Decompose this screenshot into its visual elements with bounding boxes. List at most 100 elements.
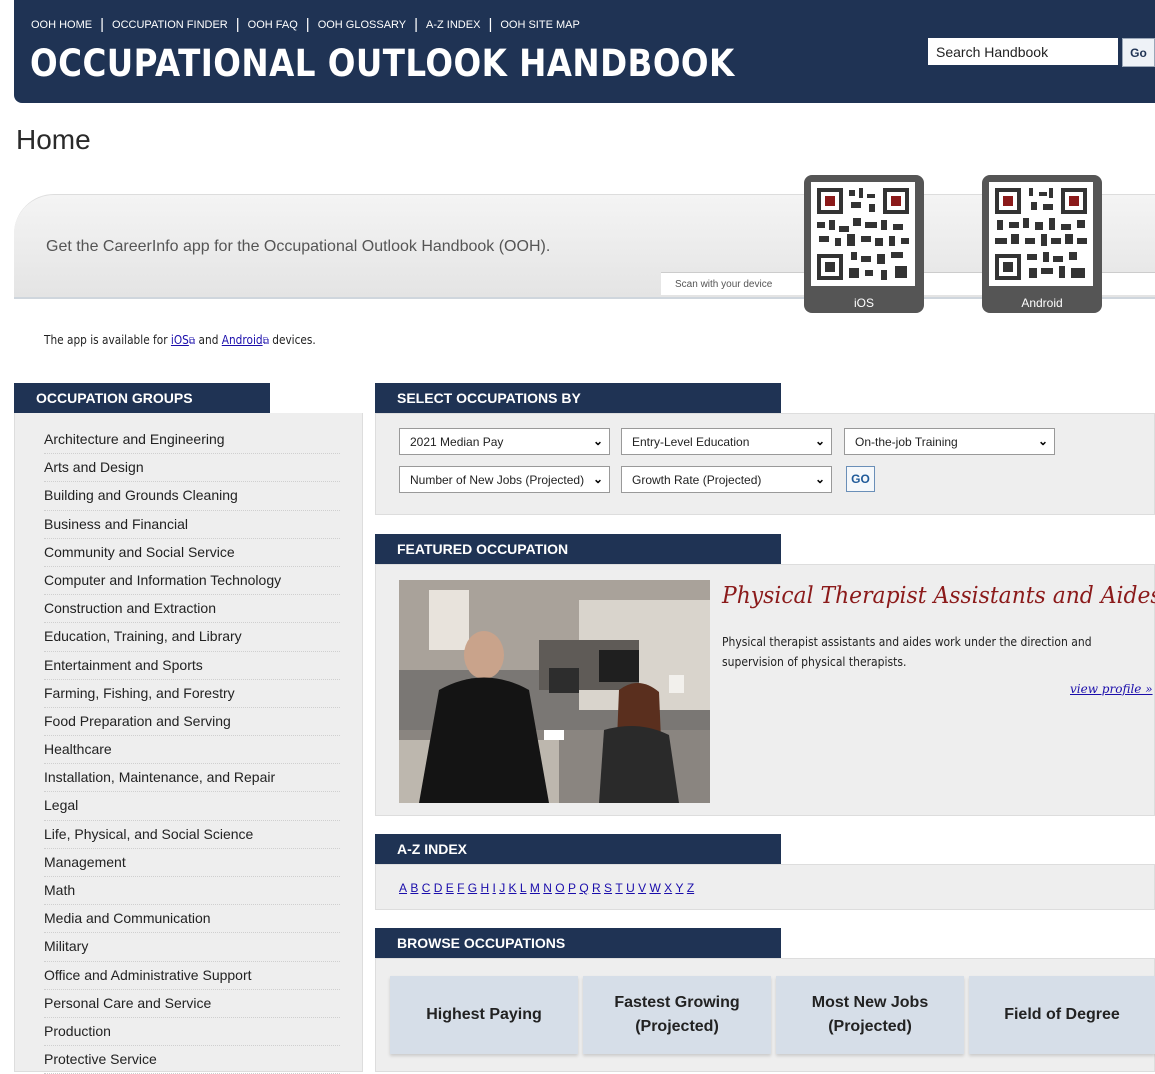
- entry-education-value: Entry-Level Education: [632, 434, 750, 449]
- banner-text: Get the CareerInfo app for the Occupatio…: [46, 238, 551, 255]
- az-letter-link[interactable]: I: [493, 881, 496, 895]
- az-index-header: A-Z INDEX: [375, 834, 781, 864]
- occupation-group-link[interactable]: Military: [44, 933, 340, 962]
- new-jobs-select[interactable]: Number of New Jobs (Projected) ⌄: [399, 466, 610, 493]
- occupation-group-link[interactable]: Production: [44, 1018, 340, 1047]
- az-letter-link[interactable]: S: [604, 881, 612, 895]
- occupation-group-link[interactable]: Food Preparation and Serving: [44, 708, 340, 737]
- az-letter-link[interactable]: Q: [579, 881, 588, 895]
- nav-site-map[interactable]: OOH SITE MAP: [500, 19, 579, 31]
- qr-code-icon: [989, 182, 1093, 286]
- nav-ooh-home[interactable]: OOH HOME: [31, 19, 92, 31]
- chevron-down-icon: ⌄: [592, 472, 603, 486]
- occupation-group-link[interactable]: Media and Communication: [44, 905, 340, 934]
- az-letter-link[interactable]: O: [555, 881, 564, 895]
- field-of-degree-button[interactable]: Field of Degree: [969, 976, 1155, 1054]
- ios-qr-card[interactable]: iOS: [804, 175, 924, 313]
- occupation-group-link[interactable]: Computer and Information Technology: [44, 567, 340, 596]
- occupation-group-link[interactable]: Construction and Extraction: [44, 595, 340, 624]
- nav-az-index[interactable]: A-Z INDEX: [426, 19, 480, 31]
- occupation-group-link[interactable]: Architecture and Engineering: [44, 426, 340, 455]
- nav-ooh-glossary[interactable]: OOH GLOSSARY: [318, 19, 406, 31]
- ojt-select[interactable]: On-the-job Training ⌄: [844, 428, 1055, 455]
- az-letter-link[interactable]: Z: [687, 881, 694, 895]
- median-pay-select[interactable]: 2021 Median Pay ⌄: [399, 428, 610, 455]
- az-letter-link[interactable]: G: [468, 881, 477, 895]
- occupation-group-link[interactable]: Installation, Maintenance, and Repair: [44, 764, 340, 793]
- occupation-group-link[interactable]: Business and Financial: [44, 511, 340, 539]
- occupation-group-link[interactable]: Farming, Fishing, and Forestry: [44, 680, 340, 708]
- featured-occupation-description: Physical therapist assistants and aides …: [722, 635, 1092, 669]
- az-letter-link[interactable]: R: [592, 881, 601, 895]
- az-letter-link[interactable]: N: [543, 881, 552, 895]
- app-availability-text: The app is available for iOS⧉ and Androi…: [44, 333, 316, 347]
- new-jobs-value: Number of New Jobs (Projected): [410, 472, 585, 487]
- nav-separator: |: [488, 16, 493, 33]
- page-title: Home: [16, 124, 91, 155]
- az-letter-link[interactable]: W: [649, 881, 660, 895]
- az-letter-link[interactable]: A: [399, 881, 407, 895]
- android-qr-card[interactable]: Android: [982, 175, 1102, 313]
- search-go-button[interactable]: Go: [1122, 38, 1155, 67]
- top-nav: OOH HOME | OCCUPATION FINDER | OOH FAQ |…: [31, 16, 580, 33]
- occupation-group-link[interactable]: Legal: [44, 792, 340, 821]
- highest-paying-button[interactable]: Highest Paying: [390, 976, 578, 1054]
- az-letter-link[interactable]: V: [638, 881, 646, 895]
- occupation-group-link[interactable]: Education, Training, and Library: [44, 623, 340, 652]
- ios-link[interactable]: iOS: [171, 333, 189, 347]
- az-letter-link[interactable]: L: [520, 881, 527, 895]
- az-letter-link[interactable]: E: [446, 881, 454, 895]
- occupation-group-link[interactable]: Community and Social Service: [44, 539, 340, 567]
- occupation-groups-list: Architecture and Engineering Arts and Des…: [44, 426, 340, 1074]
- az-letter-link[interactable]: Y: [675, 881, 683, 895]
- occupation-group-link[interactable]: Personal Care and Service: [44, 990, 340, 1018]
- availability-prefix: The app is available for: [44, 333, 171, 347]
- browse-occupations-header: BROWSE OCCUPATIONS: [375, 928, 781, 958]
- scan-text: Scan with your device: [675, 279, 773, 290]
- growth-rate-select[interactable]: Growth Rate (Projected) ⌄: [621, 466, 832, 493]
- ios-label: iOS: [853, 296, 874, 310]
- az-letter-link[interactable]: F: [457, 881, 464, 895]
- android-link[interactable]: Android: [222, 333, 263, 347]
- az-letter-link[interactable]: D: [434, 881, 443, 895]
- search-input[interactable]: [928, 38, 1118, 65]
- featured-occupation-header: FEATURED OCCUPATION: [375, 534, 781, 564]
- view-profile-link[interactable]: view profile »: [1070, 682, 1153, 696]
- nav-occupation-finder[interactable]: OCCUPATION FINDER: [112, 19, 228, 31]
- az-letter-link[interactable]: H: [480, 881, 489, 895]
- entry-education-select[interactable]: Entry-Level Education ⌄: [621, 428, 832, 455]
- featured-photo[interactable]: [399, 580, 710, 803]
- occupation-group-link[interactable]: Management: [44, 849, 340, 877]
- availability-suffix: devices.: [268, 333, 316, 347]
- az-letter-link[interactable]: B: [410, 881, 418, 895]
- az-letter-link[interactable]: U: [626, 881, 635, 895]
- go-button[interactable]: GO: [846, 466, 875, 492]
- az-letter-link[interactable]: T: [615, 881, 622, 895]
- site-title[interactable]: OCCUPATIONAL OUTLOOK HANDBOOK: [30, 42, 735, 85]
- chevron-down-icon: ⌄: [592, 434, 603, 448]
- occupation-group-link[interactable]: Building and Grounds Cleaning: [44, 482, 340, 511]
- qr-code-icon: [811, 182, 915, 286]
- ojt-value: On-the-job Training: [855, 434, 958, 449]
- occupation-group-link[interactable]: Life, Physical, and Social Science: [44, 821, 340, 849]
- nav-separator: |: [414, 16, 419, 33]
- az-letter-link[interactable]: C: [422, 881, 431, 895]
- most-new-jobs-button[interactable]: Most New Jobs (Projected): [776, 976, 964, 1054]
- fastest-growing-button[interactable]: Fastest Growing (Projected): [583, 976, 771, 1054]
- select-occupations-header: SELECT OCCUPATIONS BY: [375, 383, 781, 413]
- az-letter-link[interactable]: P: [568, 881, 576, 895]
- nav-ooh-faq[interactable]: OOH FAQ: [248, 19, 298, 31]
- az-letter-link[interactable]: M: [530, 881, 540, 895]
- occupation-group-link[interactable]: Office and Administrative Support: [44, 962, 340, 990]
- occupation-group-link[interactable]: Entertainment and Sports: [44, 652, 340, 680]
- occupation-group-link[interactable]: Healthcare: [44, 736, 340, 765]
- az-letter-link[interactable]: J: [499, 881, 505, 895]
- nav-separator: |: [100, 16, 105, 33]
- occupation-group-link[interactable]: Math: [44, 877, 340, 906]
- occupation-group-link[interactable]: Arts and Design: [44, 454, 340, 483]
- site-header: OOH HOME | OCCUPATION FINDER | OOH FAQ |…: [14, 0, 1155, 103]
- occupation-group-link[interactable]: Protective Service: [44, 1046, 340, 1074]
- az-letter-link[interactable]: X: [664, 881, 672, 895]
- featured-occupation-title[interactable]: Physical Therapist Assistants and Aides: [722, 583, 1155, 609]
- az-letter-link[interactable]: K: [509, 881, 517, 895]
